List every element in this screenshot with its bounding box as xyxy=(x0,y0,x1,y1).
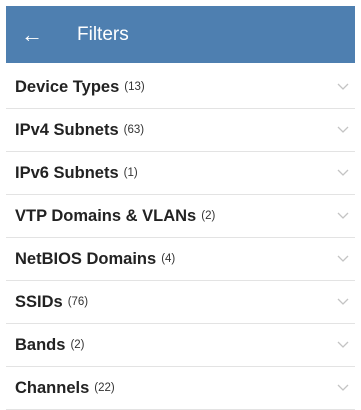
chevron-down-icon[interactable] xyxy=(337,169,349,177)
filter-row-ipv4-subnets[interactable]: IPv4 Subnets (63) xyxy=(6,109,355,152)
filter-label: Channels xyxy=(15,378,90,397)
back-arrow-icon[interactable]: ← xyxy=(21,6,65,63)
chevron-down-icon[interactable] xyxy=(337,341,349,349)
filter-count: (76) xyxy=(67,296,89,308)
filter-label: NetBIOS Domains xyxy=(15,249,157,268)
filter-count: (22) xyxy=(94,382,115,394)
filter-label: VTP Domains & VLANs xyxy=(15,206,197,225)
filter-label: Device Types xyxy=(15,77,120,96)
filter-count: (4) xyxy=(161,253,176,265)
chevron-down-icon[interactable] xyxy=(337,298,349,306)
filter-row-device-types[interactable]: Device Types (13) xyxy=(6,66,355,109)
filter-count: (1) xyxy=(123,167,138,179)
filter-label: IPv6 Subnets xyxy=(15,163,119,182)
filter-label: Bands xyxy=(15,335,66,354)
filter-row-vtp-domains-vlans[interactable]: VTP Domains & VLANs (2) xyxy=(6,195,355,238)
chevron-down-icon[interactable] xyxy=(337,384,349,392)
filter-list: Device Types (13) IPv4 Subnets (63) IPv6… xyxy=(6,66,355,410)
filter-row-bands[interactable]: Bands (2) xyxy=(6,324,355,367)
filters-screen: ← Filters Device Types (13) IPv4 Subnets… xyxy=(6,6,355,410)
chevron-down-icon[interactable] xyxy=(337,83,349,91)
app-bar: ← Filters xyxy=(6,6,355,63)
filter-count: (13) xyxy=(124,81,145,93)
filter-row-ssids[interactable]: SSIDs (76) xyxy=(6,281,355,324)
chevron-down-icon[interactable] xyxy=(337,126,349,134)
filter-count: (63) xyxy=(123,124,145,136)
filter-row-netbios-domains[interactable]: NetBIOS Domains (4) xyxy=(6,238,355,281)
filter-row-ipv6-subnets[interactable]: IPv6 Subnets (1) xyxy=(6,152,355,195)
filter-label: SSIDs xyxy=(15,292,63,311)
filter-count: (2) xyxy=(201,210,216,222)
page-title: Filters xyxy=(77,23,129,45)
filter-row-channels[interactable]: Channels (22) xyxy=(6,367,355,410)
chevron-down-icon[interactable] xyxy=(337,255,349,263)
chevron-down-icon[interactable] xyxy=(337,212,349,220)
filter-label: IPv4 Subnets xyxy=(15,120,119,139)
filter-count: (2) xyxy=(70,339,85,351)
